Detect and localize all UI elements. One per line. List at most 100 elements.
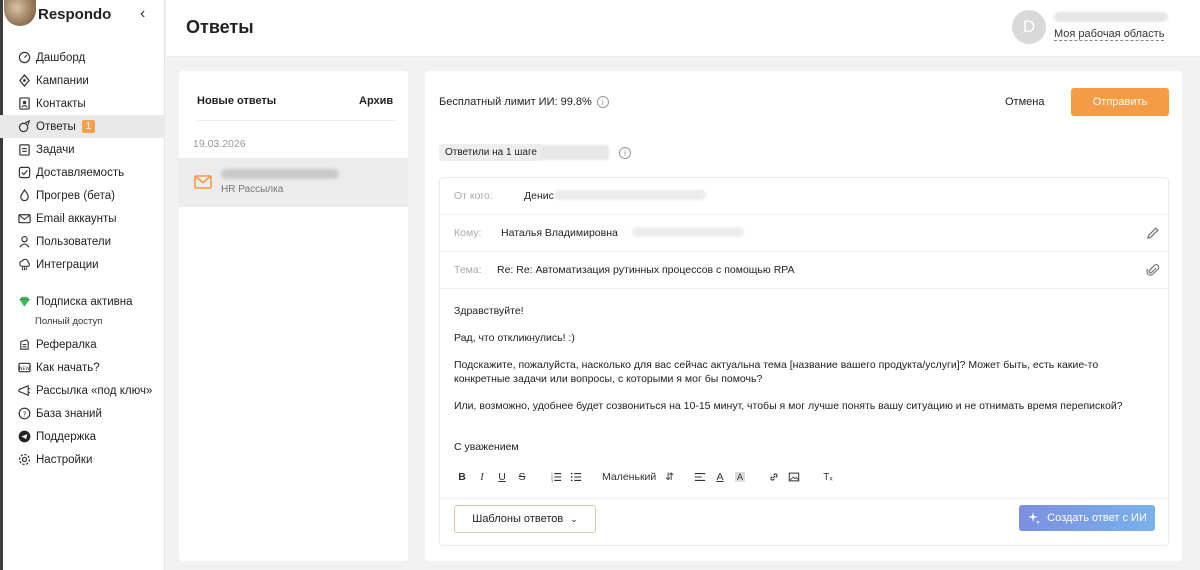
sidebar-item-integrations[interactable]: Интеграции <box>0 253 165 276</box>
body-signature: С уважением <box>454 441 519 453</box>
sidebar-item-warmup[interactable]: Прогрев (бета) <box>0 184 165 207</box>
cancel-button[interactable]: Отмена <box>1005 96 1044 108</box>
edit-pencil-icon[interactable] <box>1146 226 1160 240</box>
italic-icon[interactable]: I <box>474 469 490 485</box>
sidebar-item-label: Прогрев (бета) <box>36 189 116 202</box>
sidebar-item-label: Задачи <box>36 143 75 156</box>
info-icon[interactable]: i <box>596 96 609 108</box>
step-chip: Ответили на 1 шаге <box>439 144 543 161</box>
divider <box>440 498 1168 499</box>
sidebar-item-label: Интеграции <box>36 258 99 271</box>
strikethrough-icon[interactable]: S <box>514 469 530 485</box>
list-item[interactable]: HR Рассылка <box>179 158 408 207</box>
logo-icon <box>4 0 36 26</box>
ordered-list-icon[interactable]: 123 <box>548 469 564 485</box>
sidebar-item-label: Настройки <box>36 453 93 466</box>
image-icon[interactable] <box>786 469 802 485</box>
reply-compose-panel: Бесплатный лимит ИИ: 99.8% i Отмена Отпр… <box>425 71 1182 561</box>
svg-text:NEW: NEW <box>19 366 30 372</box>
sidebar-item-settings[interactable]: Настройки <box>0 448 165 471</box>
turnkey-icon <box>18 384 31 397</box>
body-paragraph: Или, возможно, удобнее будет созвониться… <box>454 400 1123 412</box>
underline-icon[interactable]: U <box>494 469 510 485</box>
body-greeting: Здравствуйте! <box>454 305 524 317</box>
sidebar-item-campaigns[interactable]: Кампании <box>0 69 165 92</box>
sidebar-item-label: Контакты <box>36 97 86 110</box>
sidebar-item-dashboard[interactable]: Дашборд <box>0 46 165 69</box>
subscription-status[interactable]: Подписка активна <box>0 290 165 313</box>
app-name: Respondo <box>38 6 112 23</box>
svg-text:3: 3 <box>551 479 553 483</box>
sidebar-item-referral[interactable]: Рефералка <box>0 333 165 356</box>
tab-archive[interactable]: Архив <box>359 95 393 107</box>
collapse-sidebar-icon[interactable]: ‹ <box>140 5 145 23</box>
text-color-icon[interactable]: A <box>712 469 728 485</box>
from-value: Денис <box>524 190 554 202</box>
bold-icon[interactable]: B <box>454 469 470 485</box>
sidebar-item-label: Доставляемость <box>36 166 125 179</box>
sidebar-item-turnkey[interactable]: Рассылка «под ключ» <box>0 379 165 402</box>
email-editor: От кого: Денис Кому: Наталья Владимировн… <box>439 177 1169 546</box>
sidebar-item-users[interactable]: Пользователи <box>0 230 165 253</box>
sidebar-item-label: Рефералка <box>36 338 97 351</box>
replies-icon <box>18 120 31 133</box>
highlight-color-icon[interactable]: A <box>732 469 748 485</box>
clear-formatting-icon[interactable]: Tₓ <box>820 469 836 485</box>
sidebar-item-replies[interactable]: Ответы 1 <box>0 115 165 138</box>
font-size-select[interactable]: Маленький ⇵ <box>588 471 678 483</box>
referral-icon <box>18 338 31 351</box>
avatar[interactable]: D <box>1012 10 1046 44</box>
contact-name-redacted <box>221 169 339 179</box>
sidebar-item-label: Кампании <box>36 74 89 87</box>
subject-label: Тема: <box>454 264 482 276</box>
reply-templates-button[interactable]: Шаблоны ответов ⌄ <box>454 505 596 533</box>
envelope-icon <box>194 175 212 189</box>
knowledge-icon: ? <box>18 407 31 420</box>
subscription-label: Подписка активна <box>36 295 133 308</box>
sidebar-item-label: Email аккаунты <box>36 212 117 225</box>
diamond-icon <box>18 295 31 308</box>
chevron-down-icon: ⌄ <box>570 513 578 524</box>
ai-button-label: Создать ответ с ИИ <box>1047 512 1147 524</box>
sidebar-item-label: Пользователи <box>36 235 112 248</box>
send-button[interactable]: Отправить <box>1071 88 1169 116</box>
sidebar-item-knowledge-base[interactable]: ? База знаний <box>0 402 165 425</box>
header: Ответы D Моя рабочая область <box>166 0 1200 57</box>
email-body[interactable]: Здравствуйте! Рад, что откликнулись! :) … <box>454 304 1154 454</box>
tab-new-replies[interactable]: Новые ответы <box>197 95 276 107</box>
sidebar-item-label: Как начать? <box>36 361 100 374</box>
sidebar-item-tasks[interactable]: Задачи <box>0 138 165 161</box>
from-row: От кого: Денис <box>440 178 1168 215</box>
contacts-icon <box>18 97 31 110</box>
body-paragraph: Рад, что откликнулись! :) <box>454 332 575 344</box>
info-icon[interactable]: i <box>619 147 631 159</box>
sidebar-item-contacts[interactable]: Контакты <box>0 92 165 115</box>
sparkle-icon <box>1028 512 1041 524</box>
svg-text:?: ? <box>23 409 27 418</box>
sidebar-nav: Дашборд Кампании Контакты Ответы 1 Задач… <box>0 46 165 471</box>
to-value: Наталья Владимировна <box>501 227 618 239</box>
sidebar-item-email-accounts[interactable]: Email аккаунты <box>0 207 165 230</box>
sidebar-item-deliverability[interactable]: Доставляемость <box>0 161 165 184</box>
ai-limit-text: Бесплатный лимит ИИ: 99.8% <box>439 96 592 108</box>
to-row: Кому: Наталья Владимировна <box>440 215 1168 252</box>
attachment-icon[interactable] <box>1146 263 1160 277</box>
logo-row: Respondo ‹ <box>0 0 165 34</box>
sidebar: Respondo ‹ Дашборд Кампании Контакты Отв… <box>0 0 165 570</box>
ai-limit-status: Бесплатный лимит ИИ: 99.8% i <box>439 96 609 108</box>
subject-value[interactable]: Re: Re: Автоматизация рутинных процессов… <box>497 264 795 276</box>
telegram-icon <box>18 430 31 443</box>
page-title: Ответы <box>186 17 254 37</box>
sidebar-item-support[interactable]: Поддержка <box>0 425 165 448</box>
bullet-list-icon[interactable] <box>568 469 584 485</box>
create-ai-reply-button[interactable]: Создать ответ с ИИ <box>1019 505 1155 531</box>
sidebar-item-label: Поддержка <box>36 430 96 443</box>
replies-count-badge: 1 <box>81 120 96 133</box>
sidebar-item-label: Ответы <box>36 120 76 133</box>
workspace-switcher[interactable]: Моя рабочая область <box>1054 28 1165 41</box>
sidebar-item-how-to-start[interactable]: NEW Как начать? <box>0 356 165 379</box>
from-email-redacted <box>554 190 706 200</box>
dashboard-icon <box>18 51 31 64</box>
link-icon[interactable] <box>766 469 782 485</box>
align-icon[interactable] <box>692 469 708 485</box>
